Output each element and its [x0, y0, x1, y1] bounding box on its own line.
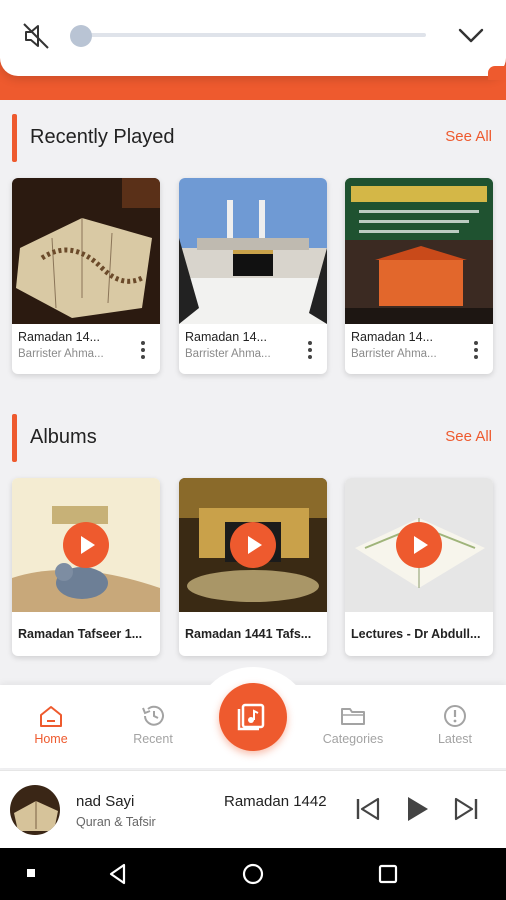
card-thumbnail	[12, 178, 160, 324]
history-icon	[142, 705, 164, 726]
section-accent-bar	[12, 414, 17, 462]
album-title: Lectures - Dr Abdull...	[351, 627, 481, 641]
nav-categories[interactable]: Categories	[308, 704, 398, 746]
see-all-link[interactable]: See All	[445, 428, 492, 445]
music-library-button[interactable]	[219, 683, 287, 751]
nav-label: Latest	[437, 732, 473, 746]
card-thumbnail	[345, 178, 493, 324]
album-card[interactable]: Ramadan Tafseer 1...	[12, 478, 160, 656]
now-playing-title: nad Sayi	[76, 793, 135, 810]
home-icon	[40, 706, 62, 727]
nav-latest[interactable]: Latest	[410, 704, 500, 746]
volume-slider-track[interactable]	[74, 33, 426, 37]
nav-recent[interactable]: Recent	[108, 704, 198, 746]
nav-label: Recent	[133, 732, 173, 746]
dot-icon	[27, 869, 35, 877]
card-subtitle: Barrister Ahma...	[351, 348, 437, 360]
mini-player[interactable]: nad Sayi Ramadan 1442 Quran & Tafsir	[0, 770, 506, 848]
card-subtitle: Barrister Ahma...	[185, 348, 271, 360]
now-playing-title-marquee: Ramadan 1442	[224, 793, 327, 810]
play-icon[interactable]	[63, 522, 109, 568]
section-title: Albums	[30, 426, 97, 448]
volume-slider-thumb[interactable]	[70, 25, 92, 47]
skip-previous-icon[interactable]	[354, 793, 382, 825]
volume-mute-icon[interactable]	[20, 20, 52, 52]
folder-icon	[341, 708, 365, 725]
see-all-link[interactable]: See All	[445, 128, 492, 145]
more-options-icon[interactable]	[473, 340, 479, 360]
music-library-icon	[237, 703, 265, 731]
back-icon[interactable]	[106, 862, 130, 886]
recently-played-header: Recently Played See All	[12, 114, 494, 162]
section-accent-bar	[12, 114, 17, 162]
nav-home[interactable]: Home	[6, 704, 96, 746]
card-thumbnail	[179, 178, 327, 324]
header-accent	[488, 66, 506, 80]
nav-label: Home	[34, 732, 68, 746]
system-navigation-bar	[0, 848, 506, 900]
section-title: Recently Played	[30, 126, 175, 148]
now-playing-subtitle: Quran & Tafsir	[76, 815, 156, 829]
volume-panel	[0, 0, 506, 76]
album-title: Ramadan 1441 Tafs...	[185, 627, 312, 641]
card-title: Ramadan 14...	[351, 330, 433, 344]
home-circle-icon[interactable]	[241, 862, 265, 886]
album-title: Ramadan Tafseer 1...	[18, 627, 143, 641]
card-title: Ramadan 14...	[185, 330, 267, 344]
skip-next-icon[interactable]	[452, 793, 480, 825]
albums-header: Albums See All	[12, 414, 494, 462]
play-icon[interactable]	[402, 793, 432, 825]
recent-card[interactable]: Ramadan 14... Barrister Ahma...	[179, 178, 327, 374]
recent-card[interactable]: Ramadan 14... Barrister Ahma...	[12, 178, 160, 374]
play-icon[interactable]	[230, 522, 276, 568]
recent-card[interactable]: Ramadan 14... Barrister Ahma...	[345, 178, 493, 374]
now-playing-artwork	[10, 785, 60, 835]
play-icon[interactable]	[396, 522, 442, 568]
card-title: Ramadan 14...	[18, 330, 100, 344]
nav-label: Categories	[322, 732, 384, 746]
card-subtitle: Barrister Ahma...	[18, 348, 104, 360]
more-options-icon[interactable]	[140, 340, 146, 360]
alert-circle-icon	[444, 705, 466, 727]
album-card[interactable]: Lectures - Dr Abdull...	[345, 478, 493, 656]
chevron-down-icon[interactable]	[456, 22, 486, 48]
album-card[interactable]: Ramadan 1441 Tafs...	[179, 478, 327, 656]
recents-square-icon[interactable]	[376, 862, 400, 886]
more-options-icon[interactable]	[307, 340, 313, 360]
